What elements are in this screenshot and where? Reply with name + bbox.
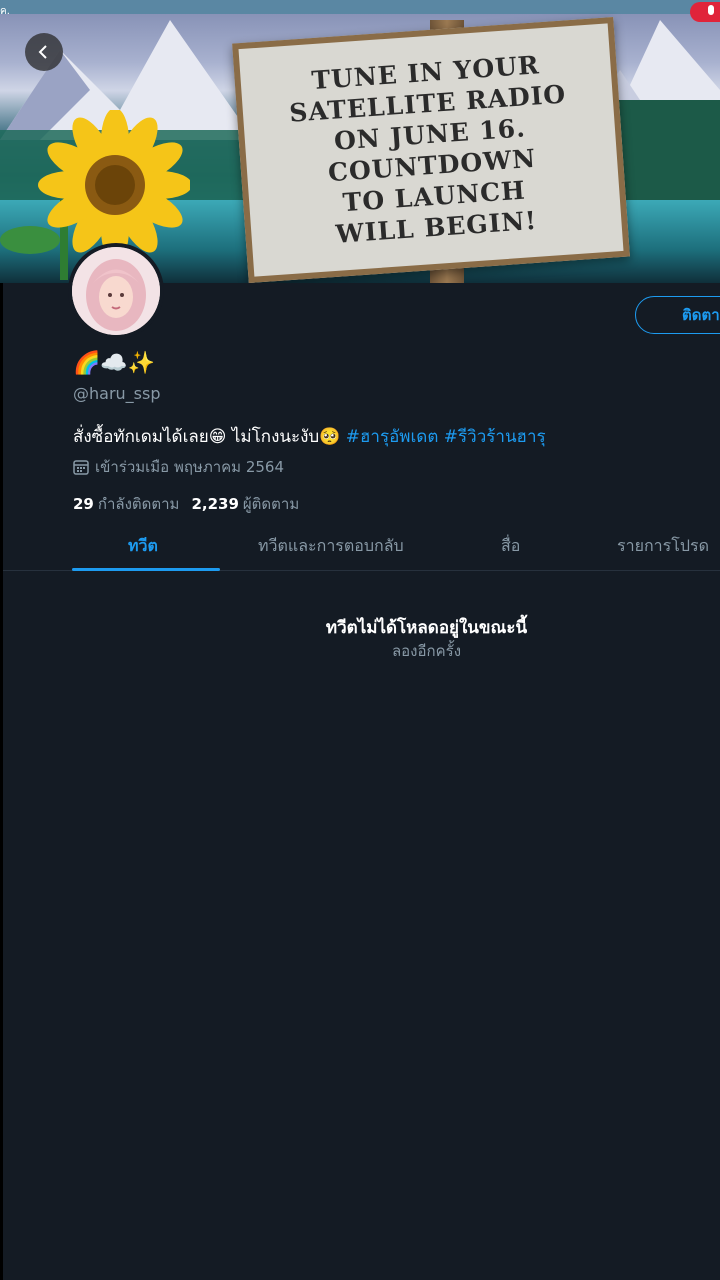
mic-icon [708, 5, 714, 15]
followers-link[interactable]: 2,239 ผู้ติดตาม [191, 492, 299, 516]
bio-text: สั่งซื้อทักเดมได้เลย😁 ไม่โกงนะงับ🥺 [73, 427, 346, 447]
profile-banner[interactable]: TUNE IN YOUR SATELLITE RADIO ON JUNE 16.… [0, 0, 720, 283]
hashtag-link[interactable]: #รีวิวร้านฮารุ [444, 427, 546, 447]
tab-tweets-replies[interactable]: ทวีตและการตอบกลับ [258, 523, 404, 571]
tab-likes[interactable]: รายการโปรด [617, 523, 709, 571]
retry-link[interactable]: ลองอีกครั้ง [0, 639, 720, 663]
calendar-icon [73, 460, 89, 475]
following-link[interactable]: 29 กำลังติดตาม [73, 492, 179, 516]
avatar[interactable] [68, 243, 164, 339]
tab-active-indicator [72, 568, 220, 571]
handle: @haru_ssp [73, 384, 161, 403]
back-arrow-icon [38, 45, 47, 59]
profile-tabs: ทวีต ทวีตและการตอบกลับ สื่อ รายการโปรด [3, 523, 720, 571]
follow-counts: 29 กำลังติดตาม 2,239 ผู้ติดตาม [73, 492, 299, 516]
follow-button[interactable]: ติดตา [635, 296, 720, 334]
bio: สั่งซื้อทักเดมได้เลย😁 ไม่โกงนะงับ🥺 #ฮารุ… [73, 423, 546, 450]
tab-tweets[interactable]: ทวีต [128, 523, 158, 571]
sign-text: TUNE IN YOUR SATELLITE RADIO ON JUNE 16.… [288, 50, 568, 249]
display-name: 🌈☁️✨ [73, 351, 156, 376]
feed-error-title: ทวีตไม่ได้โหลดอยู่ในขณะนี้ [325, 618, 528, 638]
join-date-text: เข้าร่วมเมือ พฤษภาคม 2564 [95, 458, 284, 476]
sign-board: TUNE IN YOUR SATELLITE RADIO ON JUNE 16.… [232, 16, 630, 283]
back-button[interactable] [25, 33, 63, 71]
mic-indicator [690, 2, 720, 22]
status-text: ค. [0, 6, 10, 17]
join-date: เข้าร่วมเมือ พฤษภาคม 2564 [73, 455, 284, 479]
hashtag-link[interactable]: #ฮารุอัพเดต [346, 427, 439, 447]
avatar-illustration [72, 247, 160, 335]
tab-media[interactable]: สื่อ [501, 523, 520, 571]
